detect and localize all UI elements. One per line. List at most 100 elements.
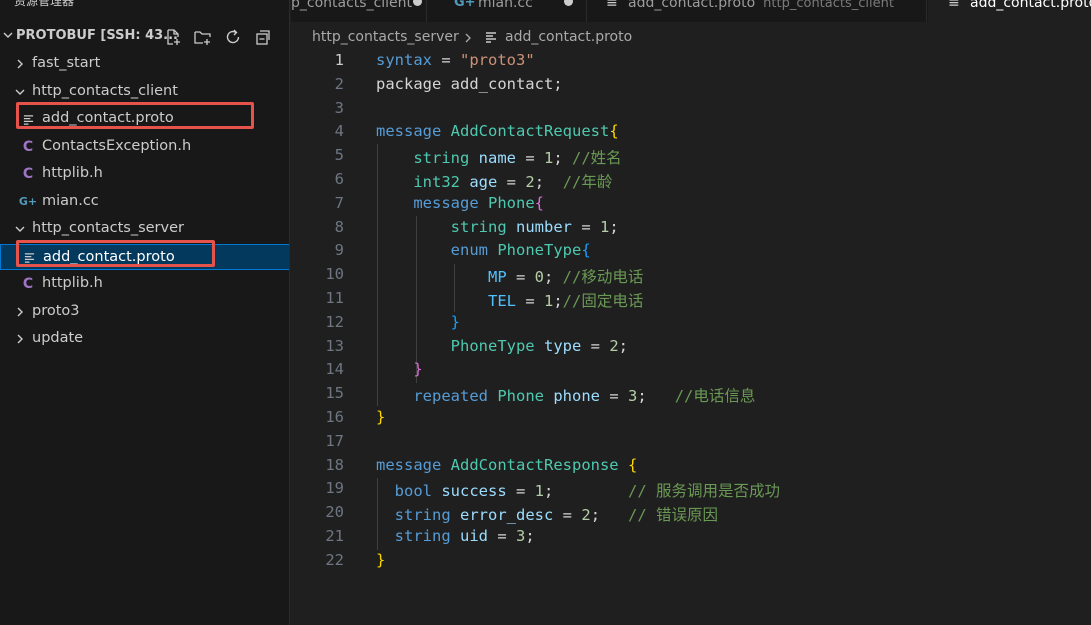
line-number: 2 — [334, 74, 344, 93]
line-number: 20 — [325, 503, 344, 522]
breadcrumb-folder[interactable]: http_contacts_server — [312, 29, 459, 45]
tab-label: add_contact.proto — [628, 0, 756, 11]
line-number: 14 — [325, 360, 344, 379]
code-line[interactable]: 3 — [291, 97, 1091, 121]
code-line[interactable]: 15 repeated Phone phone = 3; //电话信息 — [291, 382, 1091, 406]
code-text: } — [376, 408, 386, 426]
line-number: 3 — [334, 98, 344, 117]
code-line[interactable]: 1 syntax = "proto3" — [291, 49, 1091, 73]
chevron-down-icon — [3, 32, 13, 38]
c-header-icon: C — [22, 166, 34, 182]
code-text: MP = 0; //移动电话 — [487, 268, 644, 287]
code-text: string name = 1; //姓名 — [413, 149, 622, 168]
code-line[interactable]: 16} — [291, 406, 1091, 430]
tree-file[interactable]: G+ mian.cc — [0, 189, 289, 215]
code-line[interactable]: 19 bool success = 1; // 服务调用是否成功 — [291, 477, 1091, 501]
code-line[interactable]: 22} — [291, 549, 1091, 573]
tree-folder-fast-start[interactable]: fast_start — [0, 51, 289, 77]
tree-file[interactable]: add_contact.proto — [0, 106, 289, 132]
code-text: } — [413, 360, 423, 379]
tree-folder-http-contacts-server[interactable]: http_contacts_server — [0, 216, 289, 242]
line-number: 21 — [325, 527, 344, 545]
new-file-icon[interactable] — [162, 26, 184, 48]
code-editor[interactable]: 1 syntax = "proto3" 2 package add_contact; 3… — [291, 49, 1091, 625]
line-number: 18 — [325, 455, 344, 474]
code-line[interactable]: 13 PhoneType type = 2; — [291, 335, 1091, 359]
chevron-right-icon — [17, 59, 23, 69]
code-text: message Phone{ — [413, 193, 545, 212]
line-number: 9 — [334, 241, 344, 260]
tab-mian-cc[interactable]: G+ mian.cc — [428, 0, 587, 22]
chevron-right-icon — [17, 334, 23, 344]
workspace-section-header[interactable]: PROTOBUF [SSH: 43... — [0, 24, 289, 48]
tree-file[interactable]: Chttplib.h — [0, 271, 289, 297]
code-text: int32 age = 2; //年龄 — [413, 173, 613, 191]
code-text: enum PhoneType{ — [450, 241, 591, 260]
explorer-sidebar: 资源管理器 ··· PROTOBUF [SSH: 43... fast_star… — [0, 0, 290, 625]
code-line[interactable]: 14 } — [291, 358, 1091, 382]
code-line[interactable]: 21 string uid = 3; — [291, 525, 1091, 549]
code-line[interactable]: 20 string error_desc = 2; // 错误原因 — [291, 501, 1091, 525]
tab-client-file[interactable]: p_contacts_client — [291, 0, 427, 22]
tree-item-label: fast_start — [32, 55, 101, 71]
code-text: string error_desc = 2; // 错误原因 — [394, 506, 719, 525]
code-text: package add_contact; — [376, 74, 563, 93]
code-line[interactable]: 11 TEL = 1;//固定电话 — [291, 287, 1091, 311]
tab-label: add_contact.proto — [970, 0, 1091, 11]
code-line[interactable]: 5 string name = 1; //姓名 — [291, 144, 1091, 168]
tree-item-label: proto3 — [32, 302, 80, 319]
line-number: 6 — [334, 170, 344, 188]
proto-file-icon — [20, 110, 36, 128]
code-line[interactable]: 17 — [291, 430, 1091, 454]
code-line[interactable]: 18 message AddContactResponse { — [291, 454, 1091, 478]
tab-description: http_contacts_client — [763, 0, 894, 11]
tab-client-proto[interactable]: ≡ add_contact.proto http_contacts_client — [588, 0, 927, 22]
collapse-all-icon[interactable] — [251, 26, 273, 48]
unsaved-dot-icon — [413, 0, 422, 6]
code-text: } — [376, 550, 386, 569]
proto-file-icon — [21, 249, 37, 267]
tab-server-proto[interactable]: ≡ add_contact.proto — [928, 0, 1091, 22]
code-text: PhoneType type = 2; — [450, 336, 629, 355]
tab-label: p_contacts_client — [291, 0, 413, 11]
code-line[interactable]: 6 int32 age = 2; //年龄 — [291, 168, 1091, 192]
cpp-file-icon: G+ — [454, 0, 476, 10]
code-line[interactable]: 12 } — [291, 311, 1091, 335]
tree-file[interactable]: add_contact.proto — [0, 243, 289, 270]
tree-file[interactable]: Chttplib.h — [0, 161, 289, 187]
tree-file[interactable]: C ContactsException.h — [0, 134, 289, 160]
code-text: string number = 1; — [450, 217, 619, 236]
tree-item-label: httplib.h — [42, 165, 103, 181]
code-text: message AddContactRequest{ — [376, 122, 619, 141]
unsaved-dot-icon — [564, 0, 573, 6]
tree-folder-http-contacts-client[interactable]: http_contacts_client — [0, 79, 289, 105]
tree-item-label: ContactsException.h — [42, 137, 192, 154]
line-number: 1 — [334, 51, 344, 69]
new-folder-icon[interactable] — [192, 26, 214, 48]
tree-item-label: mian.cc — [42, 192, 99, 209]
tree-item-label: add_contact.proto — [42, 110, 174, 126]
tree-folder-proto3[interactable]: proto3 — [0, 299, 289, 325]
line-number: 5 — [334, 146, 344, 165]
code-line[interactable]: 2 package add_contact; — [291, 73, 1091, 97]
code-line[interactable]: 4 message AddContactRequest{ — [291, 120, 1091, 144]
line-number: 17 — [325, 431, 344, 450]
code-line[interactable]: 10 MP = 0; //移动电话 — [291, 263, 1091, 287]
more-actions-icon[interactable]: ··· — [254, 0, 270, 6]
chevron-right-icon — [17, 307, 23, 316]
tree-item-label: http_contacts_server — [32, 220, 184, 236]
line-number: 11 — [325, 289, 344, 307]
breadcrumb-file[interactable]: add_contact.proto — [505, 29, 632, 45]
breadcrumb: http_contacts_server add_contact.proto — [291, 25, 1091, 49]
tree-item-label: httplib.h — [42, 275, 103, 291]
refresh-icon[interactable] — [222, 26, 244, 48]
chevron-down-icon — [15, 89, 25, 95]
code-text: syntax = "proto3" — [376, 51, 535, 69]
line-number: 16 — [325, 408, 344, 426]
code-line[interactable]: 8 string number = 1; — [291, 216, 1091, 240]
tree-item-label: update — [32, 330, 84, 346]
tree-folder-update[interactable]: update — [0, 326, 289, 352]
code-line[interactable]: 9 enum PhoneType{ — [291, 239, 1091, 263]
line-number: 19 — [325, 479, 344, 498]
code-line[interactable]: 7 message Phone{ — [291, 192, 1091, 216]
